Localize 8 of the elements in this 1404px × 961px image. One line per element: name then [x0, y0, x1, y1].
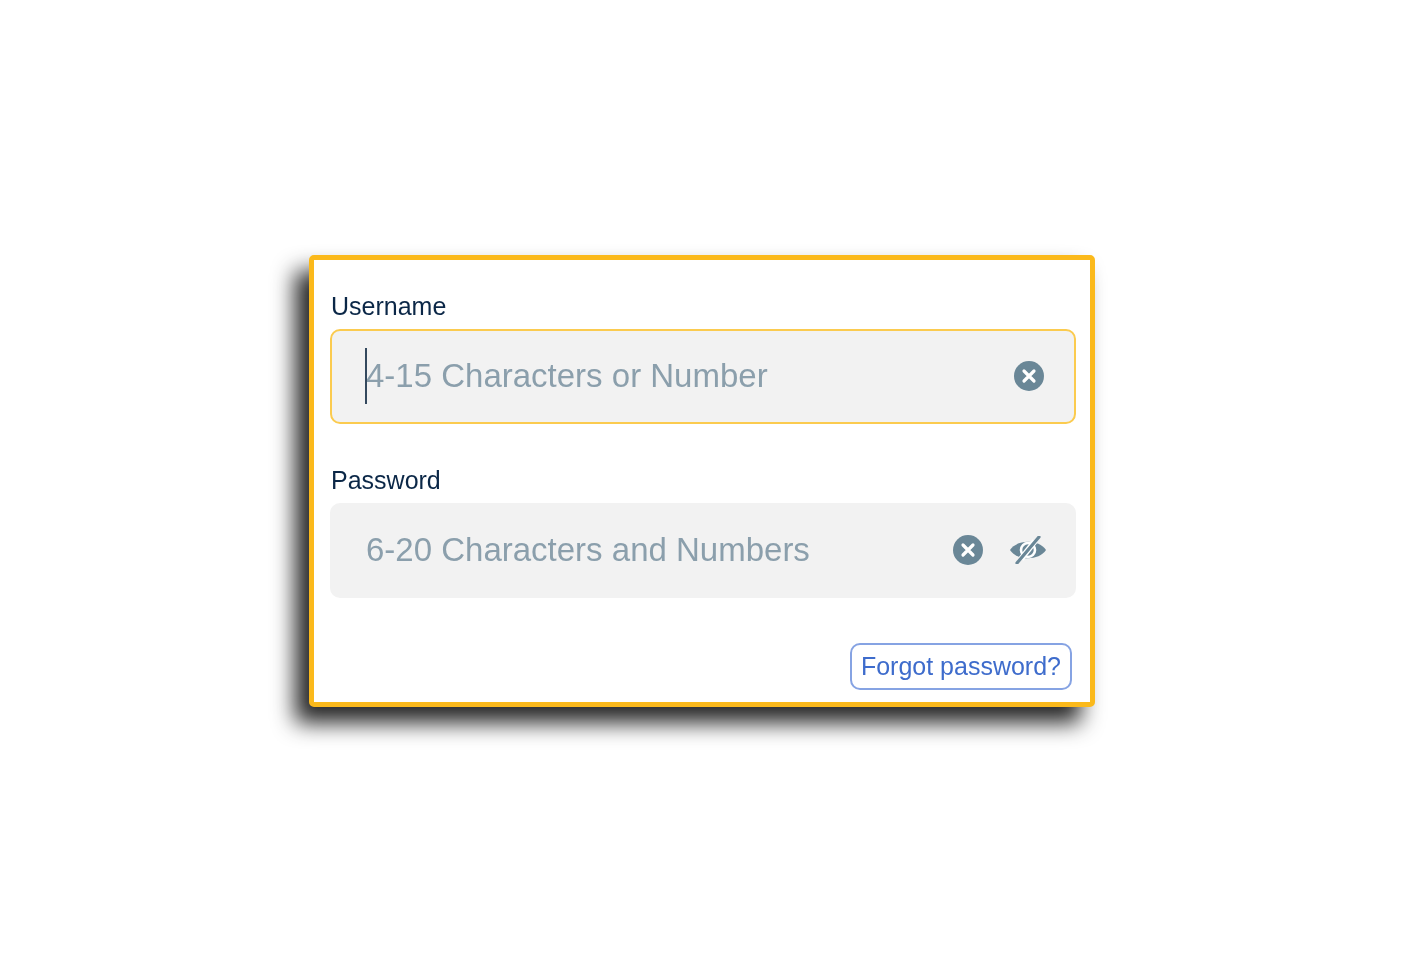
password-field[interactable]: 6-20 Characters and Numbers	[330, 502, 1076, 598]
eye-slash-icon[interactable]	[1009, 536, 1047, 564]
forgot-password-link[interactable]: Forgot password?	[849, 642, 1072, 690]
field-label: Password	[331, 464, 441, 496]
close-circle-icon[interactable]	[953, 535, 983, 565]
close-circle-icon[interactable]	[1014, 361, 1044, 391]
username-field[interactable]: 4-15 Characters or Number	[330, 328, 1076, 424]
field-label: Username	[331, 290, 447, 322]
